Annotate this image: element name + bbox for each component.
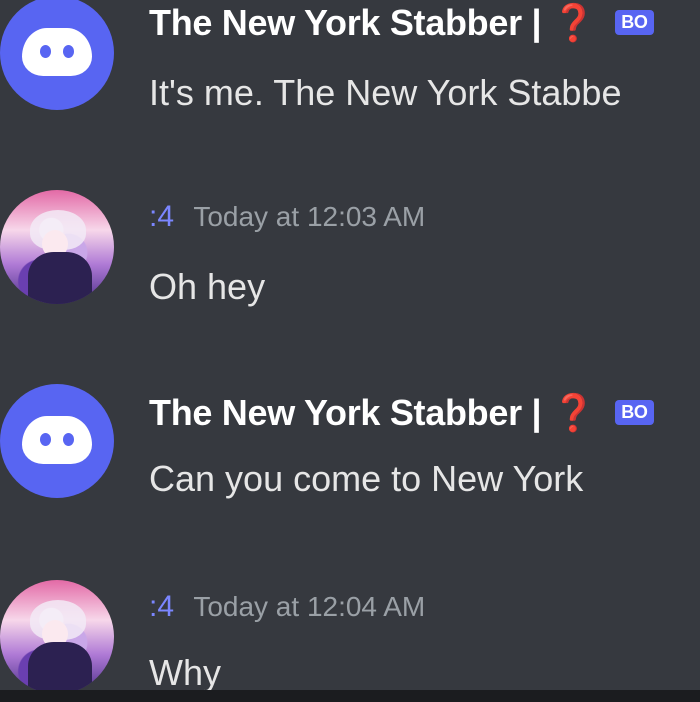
message-author[interactable]: The New York Stabber | ❓ (149, 392, 596, 433)
message-author[interactable]: :4 (149, 590, 174, 623)
discord-logo-icon[interactable] (0, 0, 114, 110)
message-text: Oh hey (149, 266, 266, 307)
message-author[interactable]: :4 (149, 200, 174, 233)
user-avatar[interactable] (0, 190, 114, 304)
chat-message-list: The New York Stabber | ❓ BO It's me. The… (0, 0, 700, 690)
chat-message: The New York Stabber | ❓ BO It's me. The… (0, 0, 700, 130)
message-author[interactable]: The New York Stabber | ❓ (149, 2, 596, 43)
discord-logo-icon[interactable] (0, 384, 114, 498)
bot-badge: BO (615, 399, 654, 425)
message-timestamp: Today at 12:03 AM (193, 201, 426, 232)
bottom-edge (0, 690, 700, 702)
message-meta: :4 Today at 12:04 AM (149, 590, 425, 624)
message-author-line: The New York Stabber | ❓ BO (149, 392, 654, 434)
chat-message: The New York Stabber | ❓ BO Can you come… (0, 384, 700, 514)
message-timestamp: Today at 12:04 AM (193, 591, 426, 622)
chat-message: :4 Today at 12:04 AM Why (0, 576, 700, 690)
message-text: It's me. The New York Stabbe (149, 72, 622, 113)
user-avatar[interactable] (0, 580, 114, 690)
message-meta: :4 Today at 12:03 AM (149, 200, 425, 234)
message-text: Can you come to New York (149, 458, 584, 499)
message-text: Why (149, 652, 221, 690)
bot-badge: BO (615, 9, 654, 35)
message-author-line: The New York Stabber | ❓ BO (149, 2, 654, 44)
chat-message: :4 Today at 12:03 AM Oh hey (0, 186, 700, 316)
